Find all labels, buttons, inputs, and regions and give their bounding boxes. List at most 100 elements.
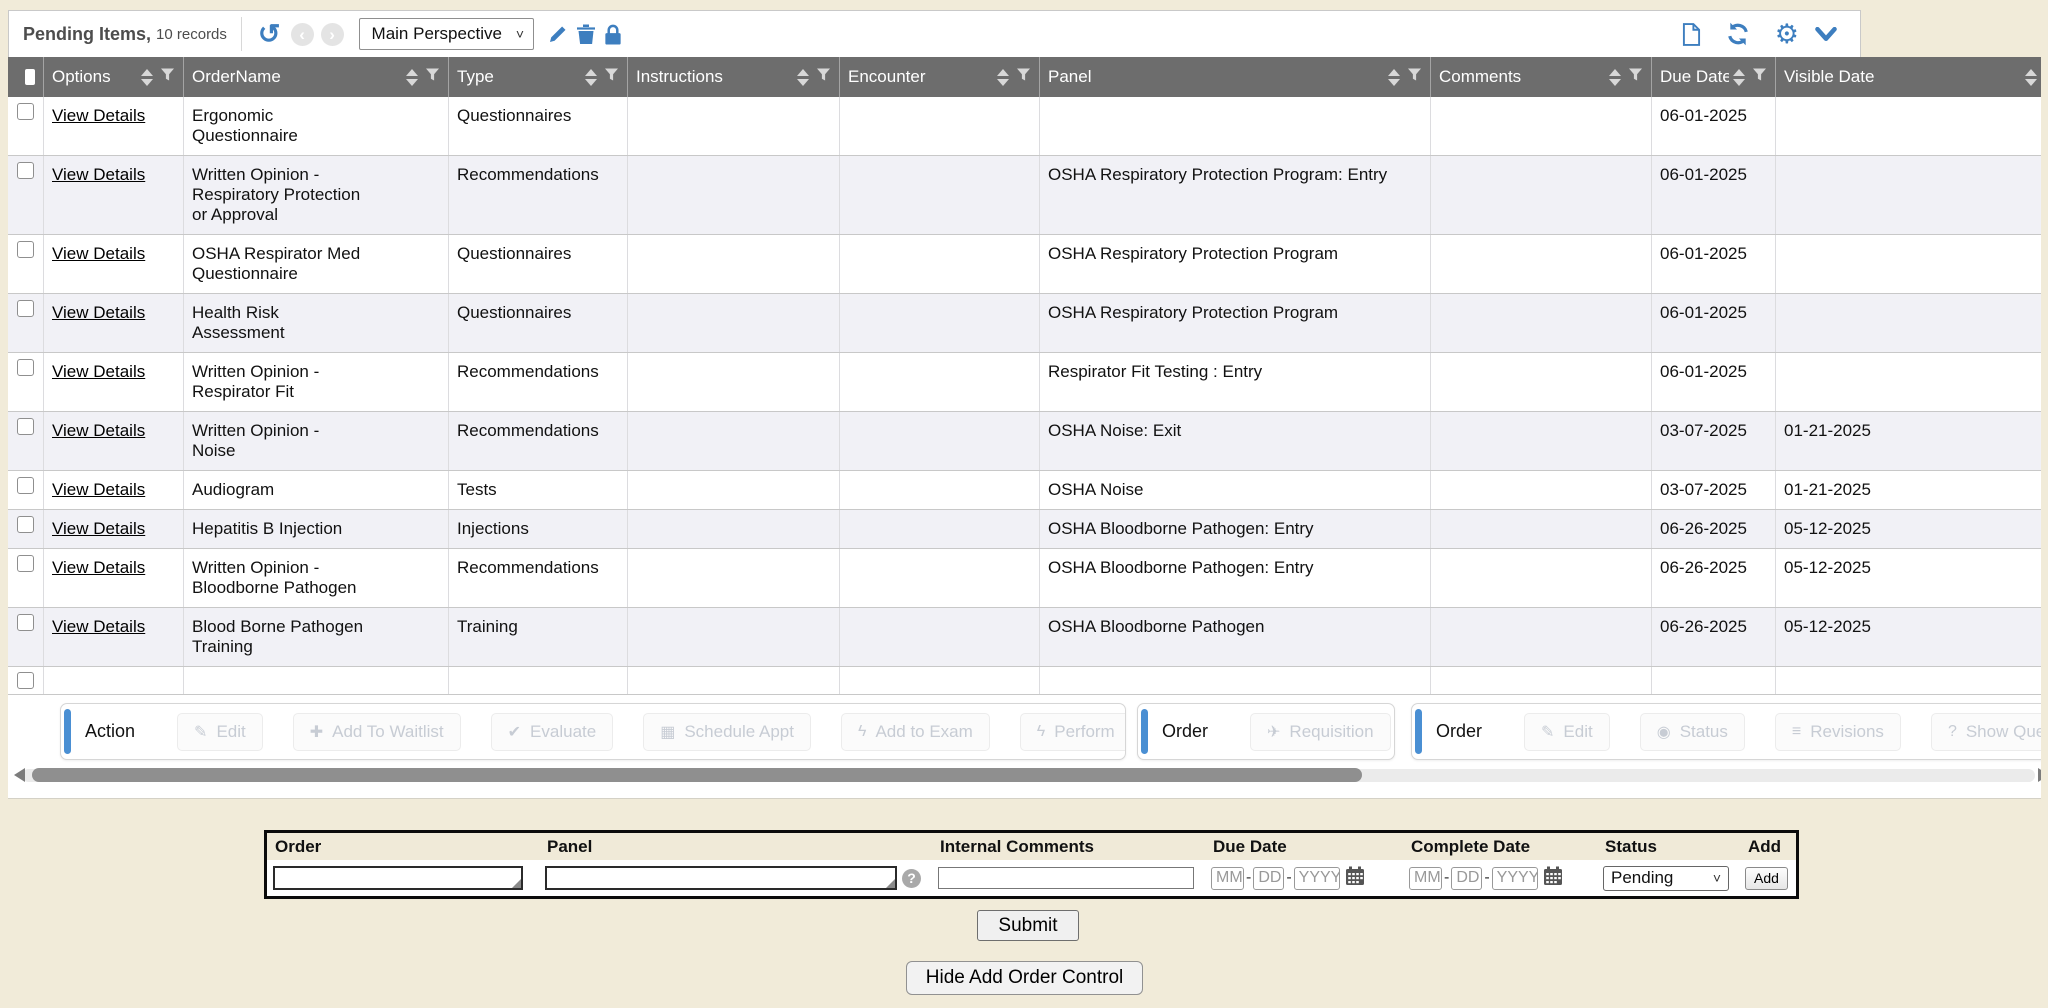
filter-icon[interactable] xyxy=(816,67,831,87)
sort-icon[interactable] xyxy=(141,69,153,86)
sort-desc-icon[interactable] xyxy=(141,79,153,86)
select-all-checkbox[interactable] xyxy=(25,69,35,85)
sort-asc-icon[interactable] xyxy=(141,69,153,76)
row-checkbox[interactable] xyxy=(17,241,34,258)
view-details-link[interactable]: View Details xyxy=(52,617,145,636)
filter-icon[interactable] xyxy=(1628,67,1643,87)
schedule-appt-button[interactable]: ▦Schedule Appt xyxy=(643,713,811,751)
sort-icon[interactable] xyxy=(1388,69,1400,86)
sort-icon[interactable] xyxy=(1733,69,1745,86)
view-details-link[interactable]: View Details xyxy=(52,421,145,440)
lock-icon[interactable] xyxy=(604,24,622,45)
row-checkbox[interactable] xyxy=(17,162,34,179)
view-details-link[interactable]: View Details xyxy=(52,165,145,184)
perform-button[interactable]: ϟPerform xyxy=(1020,713,1126,751)
perspective-select[interactable]: Main Perspective ˅ xyxy=(359,18,535,50)
due-date-mm-input[interactable]: MM xyxy=(1211,867,1244,890)
sort-asc-icon[interactable] xyxy=(1388,69,1400,76)
submit-button[interactable]: Submit xyxy=(977,910,1079,941)
column-header-comments[interactable]: Comments xyxy=(1431,57,1652,97)
column-header-encounter[interactable]: Encounter xyxy=(840,57,1040,97)
complete-date-yyyy-input[interactable]: YYYY xyxy=(1492,867,1538,890)
help-icon[interactable]: ? xyxy=(902,869,921,888)
view-details-link[interactable]: View Details xyxy=(52,244,145,263)
scroll-left-arrow-icon[interactable] xyxy=(14,768,25,782)
complete-date-mm-input[interactable]: MM xyxy=(1409,867,1442,890)
edit-button[interactable]: ✎Edit xyxy=(177,713,263,751)
calendar-icon[interactable] xyxy=(1345,866,1365,891)
filter-icon[interactable] xyxy=(160,67,175,87)
revisions-button[interactable]: ≡Revisions xyxy=(1775,713,1901,751)
sort-icon[interactable] xyxy=(585,69,597,86)
panel-input[interactable] xyxy=(545,866,897,890)
filter-icon[interactable] xyxy=(1752,67,1767,87)
row-checkbox[interactable] xyxy=(17,614,34,631)
row-checkbox[interactable] xyxy=(17,555,34,572)
row-checkbox[interactable] xyxy=(17,672,34,689)
add-to-waitlist-button[interactable]: ✚Add To Waitlist xyxy=(293,713,461,751)
view-details-link[interactable]: View Details xyxy=(52,558,145,577)
filter-icon[interactable] xyxy=(425,67,440,87)
sort-icon[interactable] xyxy=(797,69,809,86)
sort-asc-icon[interactable] xyxy=(1733,69,1745,76)
internal-comments-input[interactable] xyxy=(938,867,1194,889)
status-button[interactable]: ◉Status xyxy=(1640,713,1745,751)
row-checkbox[interactable] xyxy=(17,418,34,435)
sort-icon[interactable] xyxy=(2025,69,2037,86)
view-details-link[interactable]: View Details xyxy=(52,106,145,125)
evaluate-button[interactable]: ✔Evaluate xyxy=(491,713,614,751)
sort-asc-icon[interactable] xyxy=(585,69,597,76)
column-header-orderName[interactable]: OrderName xyxy=(184,57,449,97)
column-header-visibleDate[interactable]: Visible Date xyxy=(1776,57,2041,97)
sort-asc-icon[interactable] xyxy=(797,69,809,76)
column-header-dueDate[interactable]: Due Date xyxy=(1652,57,1776,97)
delete-perspective-icon[interactable] xyxy=(577,24,595,44)
new-document-icon[interactable] xyxy=(1682,23,1701,46)
column-header-panel[interactable]: Panel xyxy=(1040,57,1431,97)
view-details-link[interactable]: View Details xyxy=(52,480,145,499)
horizontal-scrollbar-thumb[interactable] xyxy=(32,768,1362,782)
add-button[interactable]: Add xyxy=(1745,867,1788,890)
requisition-button[interactable]: ✈Requisition xyxy=(1250,713,1391,751)
collapse-chevron-icon[interactable] xyxy=(1815,27,1837,42)
edit-perspective-icon[interactable] xyxy=(548,24,568,44)
calendar-icon[interactable] xyxy=(1543,866,1563,891)
sort-asc-icon[interactable] xyxy=(1609,69,1621,76)
sort-desc-icon[interactable] xyxy=(1609,79,1621,86)
row-checkbox[interactable] xyxy=(17,516,34,533)
due-date-dd-input[interactable]: DD xyxy=(1253,867,1284,890)
due-date-yyyy-input[interactable]: YYYY xyxy=(1294,867,1340,890)
row-checkbox[interactable] xyxy=(17,477,34,494)
scroll-right-arrow-icon[interactable] xyxy=(2038,768,2041,782)
sort-icon[interactable] xyxy=(997,69,1009,86)
column-header-instructions[interactable]: Instructions xyxy=(628,57,840,97)
sort-desc-icon[interactable] xyxy=(797,79,809,86)
status-select[interactable]: Pending ˅ xyxy=(1603,866,1729,891)
sort-desc-icon[interactable] xyxy=(585,79,597,86)
sort-desc-icon[interactable] xyxy=(1388,79,1400,86)
sort-desc-icon[interactable] xyxy=(1733,79,1745,86)
hide-add-order-control-button[interactable]: Hide Add Order Control xyxy=(906,961,1143,995)
sort-desc-icon[interactable] xyxy=(2025,79,2037,86)
back-icon[interactable]: ‹ xyxy=(291,23,314,46)
forward-icon[interactable]: › xyxy=(321,23,344,46)
order-input[interactable] xyxy=(273,866,523,890)
filter-icon[interactable] xyxy=(1016,67,1031,87)
view-details-link[interactable]: View Details xyxy=(52,303,145,322)
row-checkbox[interactable] xyxy=(17,359,34,376)
sort-desc-icon[interactable] xyxy=(406,79,418,86)
sort-asc-icon[interactable] xyxy=(997,69,1009,76)
resize-grip-icon[interactable] xyxy=(886,879,895,888)
row-checkbox[interactable] xyxy=(17,103,34,120)
sort-icon[interactable] xyxy=(1609,69,1621,86)
filter-icon[interactable] xyxy=(1407,67,1422,87)
complete-date-dd-input[interactable]: DD xyxy=(1451,867,1482,890)
column-header-type[interactable]: Type xyxy=(449,57,628,97)
refresh-icon[interactable] xyxy=(1726,22,1750,46)
view-details-link[interactable]: View Details xyxy=(52,362,145,381)
resize-grip-icon[interactable] xyxy=(512,879,521,888)
filter-icon[interactable] xyxy=(604,67,619,87)
add-to-exam-button[interactable]: ϟAdd to Exam xyxy=(841,713,990,751)
sort-asc-icon[interactable] xyxy=(2025,69,2037,76)
edit-button[interactable]: ✎Edit xyxy=(1524,713,1610,751)
